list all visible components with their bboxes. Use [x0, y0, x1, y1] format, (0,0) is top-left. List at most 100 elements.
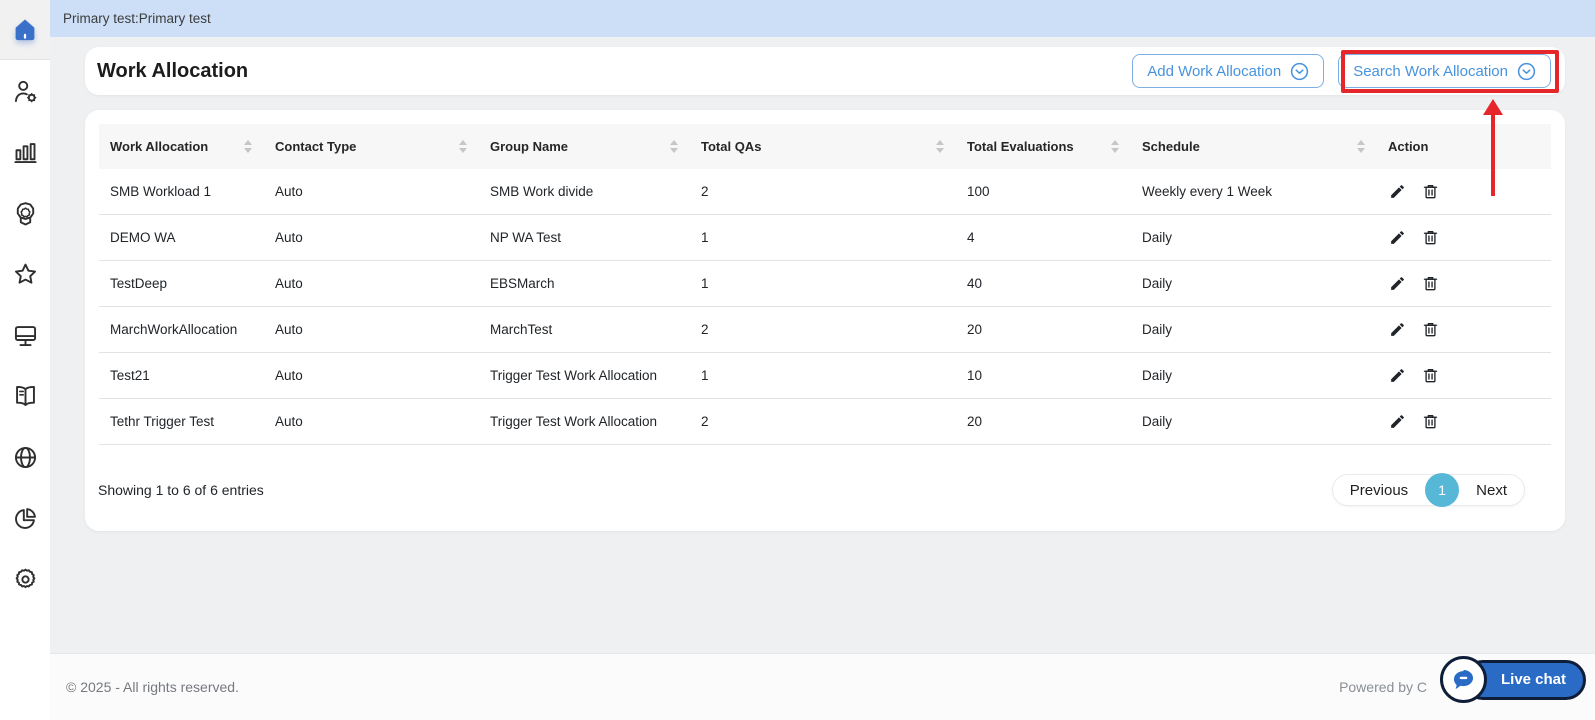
cell-work-allocation: Test21 [99, 352, 264, 399]
powered-by-text: Powered by C [1339, 679, 1427, 695]
cell-total-evaluations: 20 [956, 306, 1131, 353]
table-row: SMB Workload 1 Auto SMB Work divide 2 10… [99, 169, 1551, 215]
sidebar-item-global[interactable] [11, 443, 39, 471]
breadcrumb: Primary test:Primary test [63, 11, 211, 26]
sidebar-item-settings[interactable] [11, 565, 39, 593]
pencil-icon [1390, 277, 1404, 290]
sidebar-item-quality[interactable] [11, 199, 39, 227]
sidebar-item-reports[interactable] [11, 138, 39, 166]
edit-button[interactable] [1388, 229, 1406, 247]
pagination: Previous 1 Next [1331, 473, 1525, 507]
trash-icon [1423, 231, 1437, 245]
cell-total-qas: 1 [690, 352, 956, 399]
monitor-icon [14, 325, 36, 346]
cell-total-qas: 2 [690, 398, 956, 445]
delete-button[interactable] [1421, 275, 1439, 293]
table-body: SMB Workload 1 Auto SMB Work divide 2 10… [99, 169, 1551, 445]
edit-button[interactable] [1388, 413, 1406, 431]
edit-button[interactable] [1388, 183, 1406, 201]
delete-button[interactable] [1421, 183, 1439, 201]
work-allocation-table: Work Allocation Contact Type Group Name … [99, 124, 1551, 445]
chevron-down-circle-icon [1291, 62, 1309, 80]
live-chat-widget[interactable]: Live chat [1440, 656, 1587, 703]
row-actions [1388, 307, 1551, 352]
star-icon [14, 263, 36, 284]
delete-button[interactable] [1421, 367, 1439, 385]
sort-icon[interactable] [670, 140, 678, 153]
next-page-button[interactable]: Next [1459, 482, 1524, 499]
trash-icon [1423, 323, 1437, 337]
cell-total-evaluations: 4 [956, 214, 1131, 261]
sidebar-item-library[interactable] [11, 382, 39, 410]
header-actions: Add Work Allocation Search Work Allocati… [1132, 54, 1551, 88]
pencil-icon [1390, 231, 1404, 244]
column-header-total-qas: Total QAs [701, 139, 762, 154]
column-header-schedule: Schedule [1142, 139, 1200, 154]
delete-button[interactable] [1421, 413, 1439, 431]
pencil-icon [1390, 185, 1404, 198]
cell-total-qas: 2 [690, 169, 956, 215]
sidebar-item-user-management[interactable] [11, 77, 39, 105]
sort-icon[interactable] [244, 140, 252, 153]
cell-contact-type: Auto [264, 398, 479, 445]
app-root: Primary test:Primary test Work Allocatio… [0, 0, 1595, 720]
cell-schedule: Daily [1131, 260, 1377, 307]
cell-schedule: Daily [1131, 214, 1377, 261]
sidebar-item-analytics[interactable] [11, 504, 39, 532]
page-header-card: Work Allocation Add Work Allocation Sear… [85, 47, 1565, 95]
sort-icon[interactable] [1111, 140, 1119, 153]
table-row: Tethr Trigger Test Auto Trigger Test Wor… [99, 398, 1551, 445]
edit-button[interactable] [1388, 275, 1406, 293]
sidebar-item-home[interactable] [8, 14, 42, 46]
sort-icon[interactable] [1357, 140, 1365, 153]
current-page-button[interactable]: 1 [1425, 473, 1460, 507]
cell-group-name: EBSMarch [479, 260, 690, 307]
chevron-down-circle-icon [1517, 62, 1536, 80]
cell-group-name: MarchTest [479, 306, 690, 353]
cell-group-name: Trigger Test Work Allocation [479, 398, 690, 445]
previous-page-button[interactable]: Previous [1333, 482, 1425, 499]
cell-work-allocation: DEMO WA [99, 214, 264, 261]
cell-work-allocation: MarchWorkAllocation [99, 306, 264, 353]
search-work-allocation-button[interactable]: Search Work Allocation [1338, 54, 1551, 88]
edit-button[interactable] [1388, 321, 1406, 339]
row-actions [1388, 215, 1551, 260]
cell-total-evaluations: 100 [956, 169, 1131, 215]
delete-button[interactable] [1421, 229, 1439, 247]
cell-schedule: Daily [1131, 398, 1377, 445]
cell-schedule: Daily [1131, 352, 1377, 399]
sidebar-item-workstation[interactable] [11, 321, 39, 349]
sidebar-item-favorites[interactable] [11, 260, 39, 288]
cell-total-qas: 1 [690, 260, 956, 307]
sort-icon[interactable] [459, 140, 467, 153]
cell-total-evaluations: 10 [956, 352, 1131, 399]
table-row: DEMO WA Auto NP WA Test 1 4 Daily [99, 214, 1551, 261]
column-header-work-allocation: Work Allocation [110, 139, 209, 154]
home-icon [15, 19, 35, 40]
live-chat-label: Live chat [1501, 671, 1567, 688]
table-footer: Showing 1 to 6 of 6 entries Previous 1 N… [98, 445, 1551, 535]
trash-icon [1423, 369, 1437, 383]
book-icon [15, 385, 35, 406]
edit-button[interactable] [1388, 367, 1406, 385]
row-actions [1388, 399, 1551, 444]
cell-schedule: Daily [1131, 306, 1377, 353]
footer: © 2025 - All rights reserved. Powered by… [50, 653, 1595, 720]
globe-icon [14, 446, 36, 468]
add-work-allocation-label: Add Work Allocation [1147, 62, 1282, 80]
cell-group-name: Trigger Test Work Allocation [479, 352, 690, 399]
cell-total-evaluations: 20 [956, 398, 1131, 445]
cell-work-allocation: TestDeep [99, 260, 264, 307]
cell-work-allocation: Tethr Trigger Test [99, 398, 264, 445]
cell-contact-type: Auto [264, 169, 479, 215]
work-allocation-table-card: Work Allocation Contact Type Group Name … [85, 110, 1565, 531]
cell-work-allocation: SMB Workload 1 [99, 169, 264, 215]
delete-button[interactable] [1421, 321, 1439, 339]
pencil-icon [1390, 323, 1404, 336]
quality-badge-icon [16, 201, 34, 225]
add-work-allocation-button[interactable]: Add Work Allocation [1132, 54, 1325, 88]
cell-group-name: NP WA Test [479, 214, 690, 261]
cell-total-qas: 2 [690, 306, 956, 353]
sort-icon[interactable] [936, 140, 944, 153]
cell-total-evaluations: 40 [956, 260, 1131, 307]
